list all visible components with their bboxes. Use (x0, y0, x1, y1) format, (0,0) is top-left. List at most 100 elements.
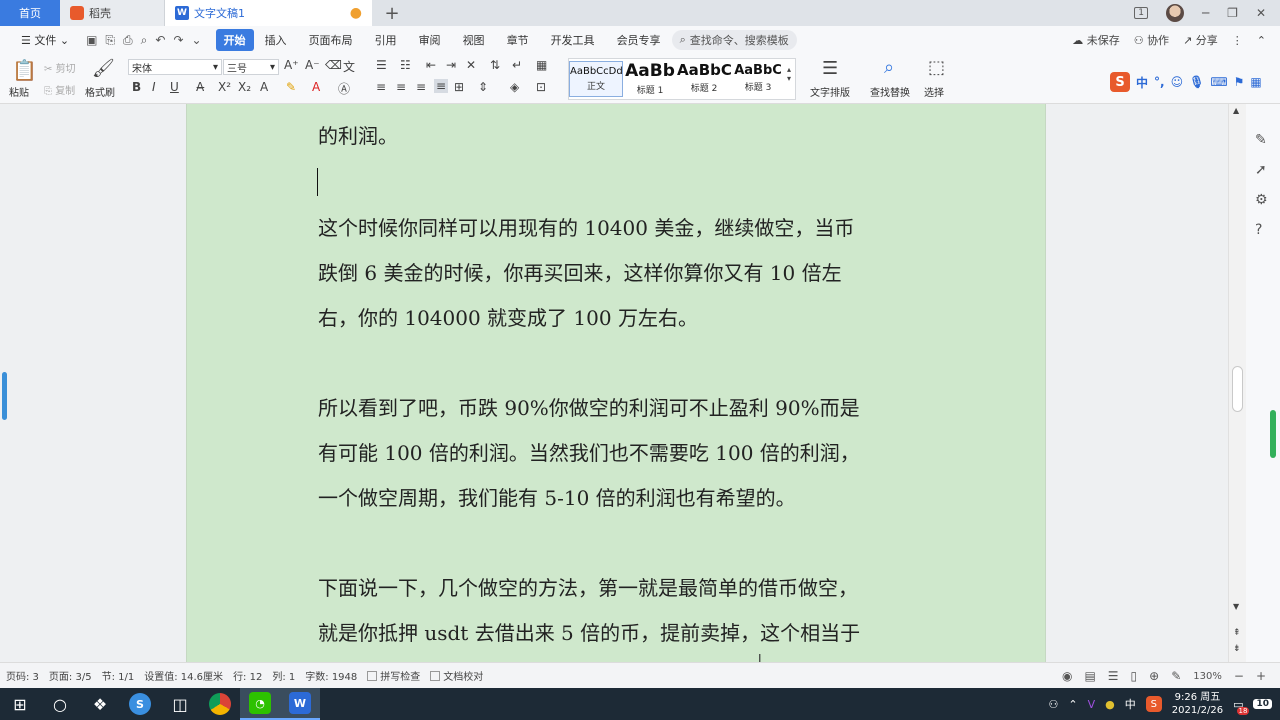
eye-protection-icon[interactable]: ◉ (1062, 669, 1072, 683)
font-shrink-icon[interactable]: A⁻ (305, 58, 320, 72)
bullet-list-icon[interactable]: ☰ (376, 58, 387, 72)
style-heading-1[interactable]: AaBb 标题 1 (623, 61, 677, 96)
increase-indent-icon[interactable]: ⇥ (446, 58, 456, 72)
undo-icon[interactable]: ↶ (155, 33, 165, 48)
paste-icon[interactable]: 📋 (12, 58, 37, 82)
spell-check-button[interactable]: 拼写检查 (367, 668, 420, 683)
align-left-icon[interactable]: ≡ (376, 80, 386, 94)
highlight-icon[interactable]: ✎ (286, 80, 296, 94)
people-icon[interactable]: ⚇ (1049, 698, 1059, 711)
cut-button[interactable]: ✂ 剪切 (44, 60, 76, 75)
show-marks-icon[interactable]: ↵ (512, 58, 522, 72)
status-section[interactable]: 节: 1/1 (102, 668, 135, 683)
paragraph-1[interactable]: 的利润。 (318, 114, 928, 159)
sort-icon[interactable]: ⇅ (490, 58, 500, 72)
text-layout-button[interactable]: 文字排版 (810, 84, 850, 99)
select-button[interactable]: 选择 (924, 84, 944, 99)
align-right-icon[interactable]: ≡ (416, 80, 426, 94)
font-color-icon[interactable]: A (312, 80, 320, 94)
distributed-icon[interactable]: ⊞ (454, 80, 464, 94)
find-replace-button[interactable]: 查找替换 (870, 84, 910, 99)
tab-page-layout[interactable]: 页面布局 (298, 29, 364, 51)
text-layout-icon[interactable]: ☰ (822, 58, 838, 79)
tab-view[interactable]: 视图 (452, 29, 496, 51)
clear-format-icon[interactable]: ⌫ (325, 58, 342, 72)
justify-icon[interactable]: ≡ (434, 79, 449, 93)
task-view-icon[interactable]: ❖ (80, 688, 120, 720)
side-green-tab[interactable] (1270, 410, 1276, 458)
superscript-icon[interactable]: X² (218, 80, 231, 94)
tab-references[interactable]: 引用 (364, 29, 408, 51)
font-grow-icon[interactable]: A⁺ (284, 58, 299, 72)
skin-icon[interactable]: ⚑ (1234, 75, 1245, 89)
next-page-icon[interactable]: ⇟ (1233, 644, 1241, 654)
action-center-count[interactable]: 10 (1253, 699, 1272, 709)
tab-review[interactable]: 审阅 (408, 29, 452, 51)
tab-start[interactable]: 开始 (215, 29, 254, 51)
toolbox-icon[interactable]: ▦ (1250, 75, 1261, 89)
tray-app-dot-icon[interactable]: ● (1105, 698, 1115, 711)
new-tab-button[interactable]: + (372, 0, 412, 26)
collapse-ribbon-icon[interactable]: ⌃ (1257, 34, 1266, 47)
windows-start-icon[interactable]: ⊞ (0, 688, 40, 720)
tab-chapter[interactable]: 章节 (496, 29, 540, 51)
emoji-icon[interactable]: ☺ (1171, 75, 1184, 89)
find-replace-icon[interactable]: ⌕ (884, 57, 894, 78)
doc-proof-button[interactable]: 文档校对 (430, 668, 483, 683)
save-icon[interactable]: ▣ (86, 33, 97, 48)
paste-button[interactable]: 粘贴 (9, 84, 29, 99)
status-row[interactable]: 行: 12 (233, 668, 262, 683)
status-col[interactable]: 列: 1 (272, 668, 295, 683)
notification-icon[interactable]: ▭ 18 (1233, 698, 1250, 715)
file-menu[interactable]: ☰ 文件 ⌄ (10, 29, 80, 51)
ime-indicator[interactable]: 中 (1125, 696, 1136, 712)
share-button[interactable]: ↗ 分享 (1183, 32, 1218, 48)
copy-button[interactable]: ⎘ 复制 (44, 82, 75, 97)
line-spacing-icon[interactable]: ⇕ (478, 80, 488, 94)
scroll-thumb[interactable] (1232, 366, 1243, 412)
collaborate-button[interactable]: ⚇ 协作 (1134, 32, 1169, 48)
minimize-icon[interactable]: ─ (1202, 6, 1209, 20)
char-border-icon[interactable]: Ⓐ (338, 80, 350, 97)
wechat-icon[interactable]: ◔ (240, 688, 280, 720)
tab-member[interactable]: 会员专享 (606, 29, 672, 51)
sogou-browser-icon[interactable]: S (120, 688, 160, 720)
sogou-tray-icon[interactable]: S (1145, 696, 1162, 712)
preview-icon[interactable]: ⌕ (141, 33, 148, 48)
paragraph-3[interactable]: 所以看到了吧，币跌 90%你做空的利润可不止盈利 90%而是 有可能 100 倍… (318, 386, 928, 521)
punctuation-icon[interactable]: °, (1154, 75, 1165, 89)
status-setting[interactable]: 设置值: 14.6厘米 (144, 668, 223, 683)
tray-app-v-icon[interactable]: V (1088, 698, 1096, 711)
paragraph-4[interactable]: 下面说一下，几个做空的方法，第一就是最简单的借币做空， 就是你抵押 usdt 去… (318, 566, 928, 656)
tab-home[interactable]: 首页 (0, 0, 60, 26)
format-painter-icon[interactable]: 🖌 (92, 58, 115, 79)
font-size-select[interactable]: 三号 ▾ (223, 59, 279, 75)
settings-sliders-icon[interactable]: ⚙ (1255, 192, 1268, 208)
unsaved-status[interactable]: ☁ 未保存 (1072, 32, 1120, 48)
close-icon[interactable]: ✕ (1256, 6, 1266, 20)
tray-expand-icon[interactable]: ⌃ (1068, 698, 1077, 711)
page-view-icon[interactable]: ▤ (1084, 669, 1095, 683)
border-icon[interactable]: ⊡ (536, 80, 546, 94)
wps-taskbar-icon[interactable]: W (280, 688, 320, 720)
write-mode-icon[interactable]: ✎ (1171, 669, 1181, 683)
output-icon[interactable]: ⎘ (105, 33, 115, 48)
bold-icon[interactable]: B (132, 80, 141, 94)
text-effect-icon[interactable]: A (260, 80, 268, 94)
ime-mode-label[interactable]: 中 (1136, 74, 1148, 91)
web-view-icon[interactable]: ⊕ (1149, 669, 1159, 683)
camera-app-icon[interactable]: ◫ (160, 688, 200, 720)
strikethrough-icon[interactable]: A̶ (196, 80, 204, 94)
outline-view-icon[interactable]: ☰ (1108, 669, 1119, 683)
avatar[interactable] (1165, 4, 1184, 22)
table-grid-icon[interactable]: ▦ (536, 58, 547, 72)
tab-document[interactable]: W 文字文稿1 ● (165, 0, 372, 26)
format-painter-button[interactable]: 格式刷 (85, 84, 115, 99)
help-icon[interactable]: ? (1255, 222, 1262, 238)
prev-page-icon[interactable]: ⇞ (1233, 628, 1241, 638)
command-search[interactable]: ⌕ 查找命令、搜索模板 (671, 30, 797, 50)
style-heading-2[interactable]: AaBbC 标题 2 (677, 61, 731, 94)
vertical-scrollbar[interactable]: ▲ ▼ ⇞ ⇟ (1228, 104, 1246, 662)
paragraph-2[interactable]: 这个时候你同样可以用现有的 10400 美金，继续做空，当币 跌倒 6 美金的时… (318, 206, 928, 341)
scroll-down-icon[interactable]: ▼ (1233, 602, 1239, 611)
